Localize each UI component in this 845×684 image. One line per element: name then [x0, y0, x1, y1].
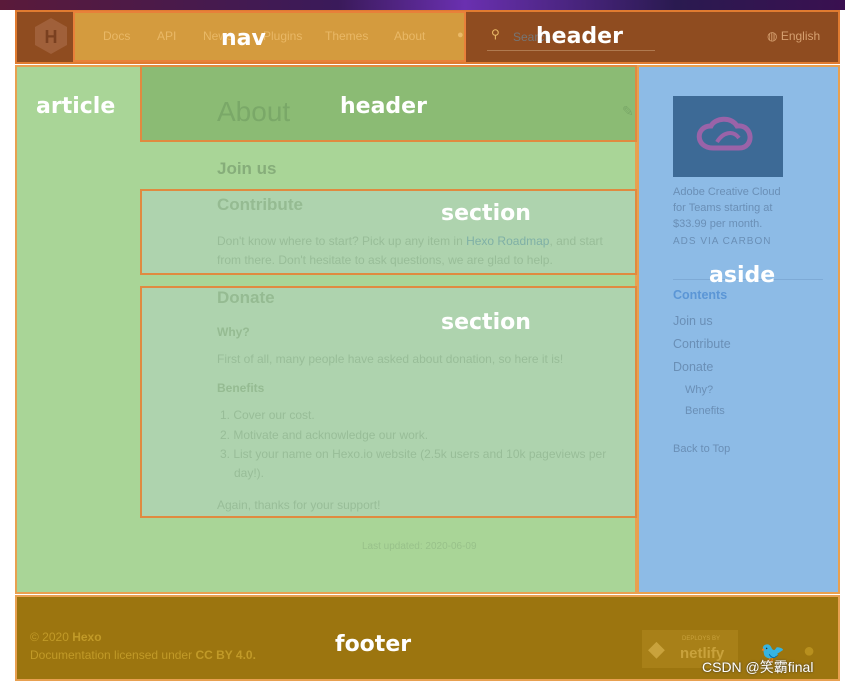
benefit-item: 2. Motivate and acknowledge our work.	[220, 428, 429, 442]
license-link[interactable]: CC BY 4.0.	[195, 648, 255, 662]
heading-contribute: Contribute	[217, 195, 303, 214]
copyright-text: © 2020	[30, 630, 73, 644]
toc-item-benefits[interactable]: Benefits	[685, 405, 725, 417]
nav-plugins[interactable]: Plugins	[263, 29, 302, 43]
section-donate	[140, 286, 637, 518]
benefit-item-cont: day!).	[234, 466, 265, 480]
svg-text:H: H	[45, 27, 58, 47]
overlay-label-footer: footer	[335, 632, 412, 657]
ad-text[interactable]: $33.99 per month.	[673, 218, 762, 230]
creative-cloud-icon	[696, 116, 753, 151]
text: Don't know where to start? Pick up any i…	[217, 234, 467, 248]
language-label: English	[780, 29, 821, 43]
benefit-text: Motivate and acknowledge our work.	[233, 428, 429, 442]
ad-text[interactable]: for Teams starting at	[673, 202, 772, 214]
overlay-label-nav: nav	[221, 26, 266, 51]
nav-about[interactable]: About	[394, 29, 425, 43]
license-text: Documentation licensed under	[30, 648, 196, 662]
heading-benefits: Benefits	[217, 381, 265, 395]
contribute-text: Don't know where to start? Pick up any i…	[217, 234, 603, 248]
hexo-roadmap-link[interactable]: Hexo Roadmap	[466, 234, 549, 248]
toc-item-donate[interactable]: Donate	[673, 360, 713, 374]
text: , and start	[549, 234, 603, 248]
ad-image[interactable]	[673, 96, 783, 177]
heading-donate: Donate	[217, 288, 275, 307]
heading-join-us: Join us	[217, 159, 277, 178]
nav-themes[interactable]: Themes	[325, 29, 368, 43]
netlify-icon: ◆	[648, 636, 665, 661]
overlay-label-article-header: header	[340, 94, 427, 119]
benefit-item: 1. Cover our cost.	[220, 408, 315, 422]
ad-text[interactable]: Adobe Creative Cloud	[673, 186, 781, 198]
overlay-label-section: section	[441, 310, 531, 335]
page-title: About	[217, 96, 291, 127]
toc-item-join-us[interactable]: Join us	[673, 314, 713, 328]
overlay-label-aside: aside	[709, 263, 776, 288]
overlay-label-section: section	[441, 201, 531, 226]
edit-pencil-icon[interactable]: ✎	[622, 103, 634, 120]
toc-item-contribute[interactable]: Contribute	[673, 337, 731, 351]
overlay-label-article: article	[36, 94, 116, 119]
hexo-logo-icon[interactable]: H	[34, 17, 68, 55]
benefit-item: 3. List your name on Hexo.io website (2.…	[220, 447, 607, 461]
heading-why: Why?	[217, 325, 250, 339]
language-selector[interactable]: ◍ English	[767, 29, 820, 43]
github-icon[interactable]: ●	[457, 29, 464, 41]
hexo-link[interactable]: Hexo	[72, 630, 101, 644]
license: Documentation licensed under CC BY 4.0.	[30, 648, 256, 662]
nav-docs[interactable]: Docs	[103, 29, 130, 43]
benefit-text: Cover our cost.	[233, 408, 315, 422]
why-text: First of all, many people have asked abo…	[217, 352, 564, 366]
back-to-top-link[interactable]: Back to Top	[673, 443, 730, 455]
copyright: © 2020 Hexo	[30, 630, 102, 644]
thanks-text: Again, thanks for your support!	[217, 498, 381, 512]
toc-item-why[interactable]: Why?	[685, 384, 713, 396]
last-updated: Last updated: 2020-06-09	[362, 541, 477, 552]
watermark: CSDN @笑霸final	[702, 659, 814, 675]
browser-top-strip	[0, 0, 845, 10]
toc-heading: Contents	[673, 288, 728, 302]
ads-via-carbon-link[interactable]: ADS VIA CARBON	[673, 236, 771, 247]
overlay-label-header: header	[536, 24, 623, 49]
netlify-small-text: DEPLOYS BY	[682, 636, 721, 642]
nav-api[interactable]: API	[157, 29, 176, 43]
globe-icon: ◍	[767, 29, 781, 43]
contribute-text-line2: from there. Don't hesitate to ask questi…	[217, 253, 553, 267]
benefit-text: List your name on Hexo.io website (2.5k …	[233, 447, 607, 461]
